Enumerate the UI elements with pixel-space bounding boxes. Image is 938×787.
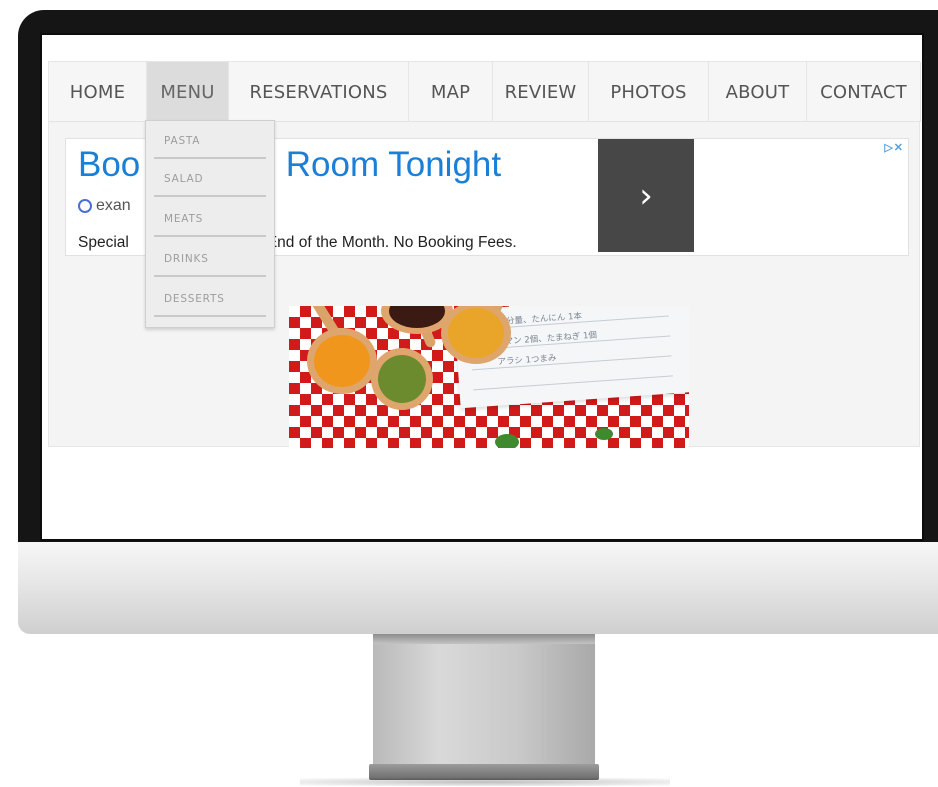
monitor-screen: HOME MENU RESERVATIONS MAP REVIEW PHOTOS…: [40, 33, 924, 541]
web-page: HOME MENU RESERVATIONS MAP REVIEW PHOTOS…: [48, 61, 921, 448]
ad-url-text: exan: [96, 197, 131, 214]
ad-desc-left: Special: [78, 234, 129, 251]
nav-item-menu[interactable]: MENU: [147, 62, 229, 122]
ad-desc-right: End of the Month. No Booking Fees.: [266, 234, 517, 251]
nav-item-map[interactable]: MAP: [409, 62, 493, 122]
dropdown-item-drinks[interactable]: DRINKS: [154, 243, 266, 277]
ad-url[interactable]: exan: [78, 197, 131, 215]
nav-item-home[interactable]: HOME: [49, 62, 147, 122]
dropdown-item-meats[interactable]: MEATS: [154, 203, 266, 237]
ad-title-right: l Room Tonight: [268, 145, 502, 184]
nav-item-about[interactable]: ABOUT: [709, 62, 807, 122]
menu-dropdown: PASTA SALAD MEATS DRINKS DESSERTS: [145, 120, 275, 328]
monitor-stand: [373, 634, 595, 766]
nav-item-contact[interactable]: CONTACT: [807, 62, 921, 122]
dropdown-item-desserts[interactable]: DESSERTS: [154, 283, 266, 317]
adchoices-icon[interactable]: ▷✕: [884, 141, 904, 154]
main-navigation: HOME MENU RESERVATIONS MAP REVIEW PHOTOS…: [49, 62, 921, 122]
globe-icon: [78, 199, 92, 213]
nav-item-photos[interactable]: PHOTOS: [589, 62, 709, 122]
ad-title[interactable]: Boo l Room Tonight: [78, 145, 501, 185]
note-line-3: アラシ 1つまみ: [497, 353, 557, 368]
monitor-chin: [18, 542, 938, 634]
ad-title-left: Boo: [78, 145, 141, 184]
ad-description: Special End of the Month. No Booking Fees…: [78, 234, 517, 252]
dropdown-item-salad[interactable]: SALAD: [154, 163, 266, 197]
nav-item-reservations[interactable]: RESERVATIONS: [229, 62, 409, 122]
ad-arrow-button[interactable]: ›: [598, 139, 694, 252]
stand-shadow: [300, 778, 670, 786]
food-photo: ン 分量、たんにん 1本 ーマン 2個、たまねぎ 1個 アラシ 1つまみ: [289, 306, 689, 448]
nav-item-review[interactable]: REVIEW: [493, 62, 589, 122]
dropdown-item-pasta[interactable]: PASTA: [154, 125, 266, 159]
